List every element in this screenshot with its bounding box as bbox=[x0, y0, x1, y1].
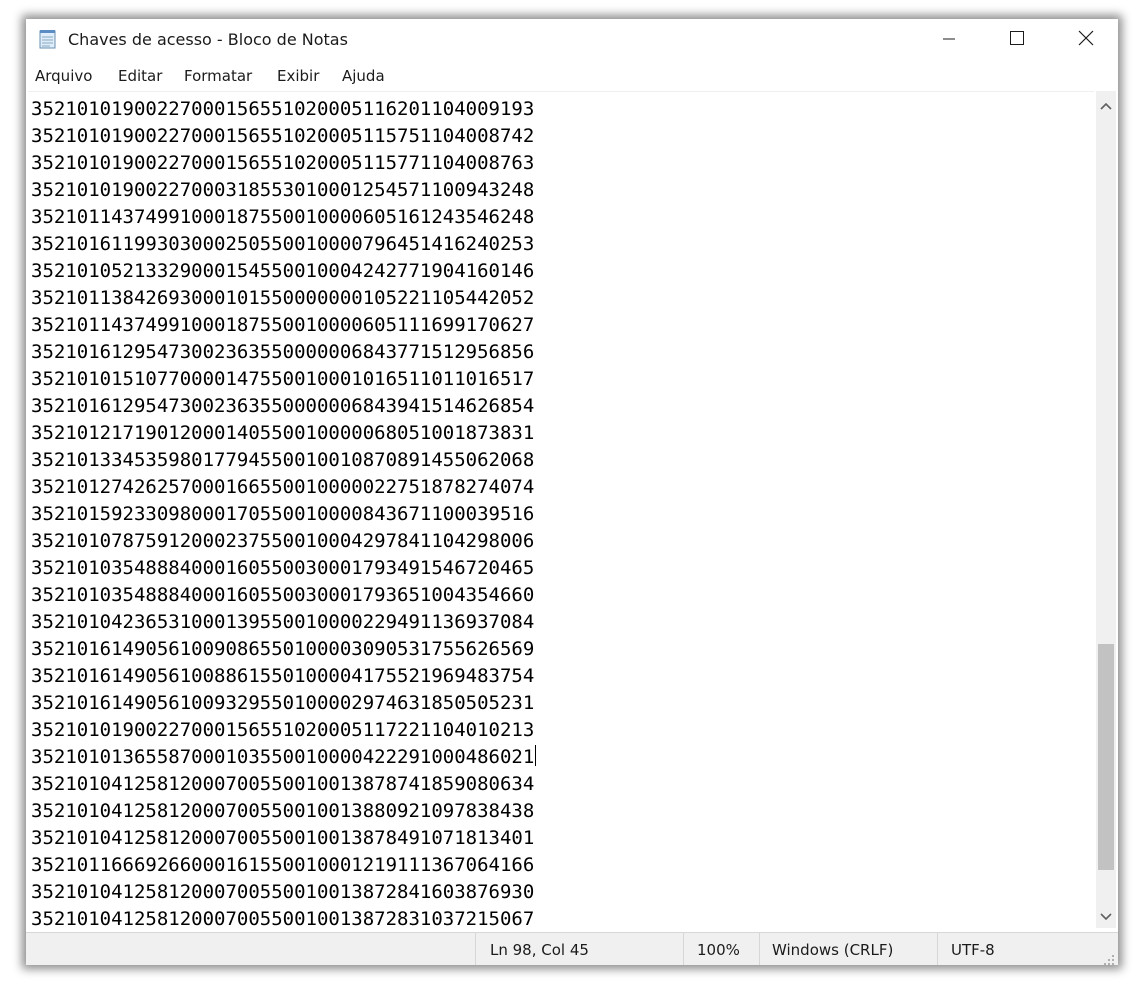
status-separator bbox=[683, 933, 684, 965]
menu-ajuda[interactable]: Ajuda bbox=[342, 67, 385, 85]
text-line[interactable]: 3521012171901200014055001000006805100187… bbox=[31, 420, 536, 447]
vertical-scrollbar[interactable] bbox=[1096, 91, 1116, 928]
text-line[interactable]: 3521011437499100018755001000060516124354… bbox=[31, 204, 536, 231]
window-title: Chaves de acesso - Bloco de Notas bbox=[68, 30, 348, 49]
menu-formatar[interactable]: Formatar bbox=[184, 67, 252, 85]
status-separator bbox=[475, 933, 476, 965]
scroll-thumb[interactable] bbox=[1098, 644, 1114, 870]
text-line[interactable]: 3521016149056100908655010000309053175562… bbox=[31, 636, 536, 663]
text-line[interactable]: 3521010190022700015655102000511620110400… bbox=[31, 96, 536, 123]
text-line[interactable]: 3521010412581200070055001001387284160387… bbox=[31, 879, 536, 906]
status-zoom: 100% bbox=[697, 941, 740, 959]
text-line[interactable]: 3521016129547300236355000000684394151462… bbox=[31, 393, 536, 420]
close-icon bbox=[1078, 30, 1094, 50]
notepad-icon bbox=[39, 29, 57, 49]
text-line[interactable]: 3521010412581200070055001001387849107181… bbox=[31, 825, 536, 852]
text-line[interactable]: 3521016149056100886155010000417552196948… bbox=[31, 663, 536, 690]
text-line[interactable]: 3521010521332900015455001000424277190416… bbox=[31, 258, 536, 285]
text-line[interactable]: 3521010151077000014755001000101651101101… bbox=[31, 366, 536, 393]
text-line[interactable]: 3521016119930300025055001000079645141624… bbox=[31, 231, 536, 258]
scroll-up-button[interactable] bbox=[1096, 95, 1116, 113]
status-encoding: UTF-8 bbox=[951, 941, 995, 959]
text-line[interactable]: 3521010423653100013955001000022949113693… bbox=[31, 609, 536, 636]
menu-exibir[interactable]: Exibir bbox=[277, 67, 319, 85]
status-separator bbox=[937, 933, 938, 965]
maximize-button[interactable] bbox=[987, 19, 1047, 61]
menu-bar: Arquivo Editar Formatar Exibir Ajuda bbox=[26, 65, 1118, 89]
text-line[interactable]: 3521012742625700016655001000002275187827… bbox=[31, 474, 536, 501]
text-line[interactable]: 3521010190022700031855301000125457110094… bbox=[31, 177, 536, 204]
text-line[interactable]: 3521010412581200070055001001388092109783… bbox=[31, 798, 536, 825]
text-content[interactable]: 3521010190022700015655102000511620110400… bbox=[31, 96, 537, 929]
text-line[interactable]: 3521010190022700015655102000511577110400… bbox=[31, 150, 536, 177]
text-line[interactable]: 3521010787591200023755001000429784110429… bbox=[31, 528, 536, 555]
minimize-icon bbox=[942, 31, 956, 50]
minimize-button[interactable] bbox=[919, 19, 979, 61]
text-line[interactable]: 3521011384269300010155000000010522110544… bbox=[31, 285, 536, 312]
chevron-up-icon bbox=[1100, 95, 1112, 114]
scroll-down-button[interactable] bbox=[1096, 906, 1116, 924]
text-line[interactable]: 3521010354888400016055003000179349154672… bbox=[31, 555, 536, 582]
status-cursor-position: Ln 98, Col 45 bbox=[490, 941, 589, 959]
text-line[interactable]: 3521016129547300236355000000684377151295… bbox=[31, 339, 536, 366]
text-line[interactable]: 3521010354888400016055003000179365100435… bbox=[31, 582, 536, 609]
close-button[interactable] bbox=[1056, 19, 1116, 61]
text-line[interactable]: 3521010190022700015655102000511722110401… bbox=[31, 717, 536, 744]
text-line[interactable]: 3521010412581200070055001001387283103721… bbox=[31, 906, 536, 929]
text-line[interactable]: 3521011437499100018755001000060511169917… bbox=[31, 312, 536, 339]
text-line[interactable]: 3521016149056100932955010000297463185050… bbox=[31, 690, 536, 717]
text-line[interactable]: 3521010412581200070055001001387874185908… bbox=[31, 771, 536, 798]
menu-editar[interactable]: Editar bbox=[118, 67, 162, 85]
status-bar: Ln 98, Col 45 100% Windows (CRLF) UTF-8 bbox=[26, 932, 1118, 965]
maximize-icon bbox=[1009, 30, 1025, 50]
resize-grip-icon[interactable] bbox=[1103, 951, 1115, 965]
text-line[interactable]: 3521010190022700015655102000511575110400… bbox=[31, 123, 536, 150]
text-line[interactable]: 3521010136558700010355001000042229100048… bbox=[31, 744, 537, 771]
notepad-window: Chaves de acesso - Bloco de Notas Arquiv… bbox=[26, 19, 1118, 965]
status-separator bbox=[759, 933, 760, 965]
title-bar[interactable]: Chaves de acesso - Bloco de Notas bbox=[26, 19, 1118, 61]
chevron-down-icon bbox=[1100, 906, 1112, 925]
text-editor[interactable]: 3521010190022700015655102000511620110400… bbox=[28, 91, 1094, 929]
menu-arquivo[interactable]: Arquivo bbox=[35, 67, 92, 85]
text-line[interactable]: 3521015923309800017055001000084367110003… bbox=[31, 501, 536, 528]
status-line-ending: Windows (CRLF) bbox=[772, 941, 894, 959]
text-caret bbox=[535, 745, 537, 766]
text-line[interactable]: 3521011666926600016155001000121911136706… bbox=[31, 852, 536, 879]
text-line[interactable]: 3521013345359801779455001001087089145506… bbox=[31, 447, 536, 474]
